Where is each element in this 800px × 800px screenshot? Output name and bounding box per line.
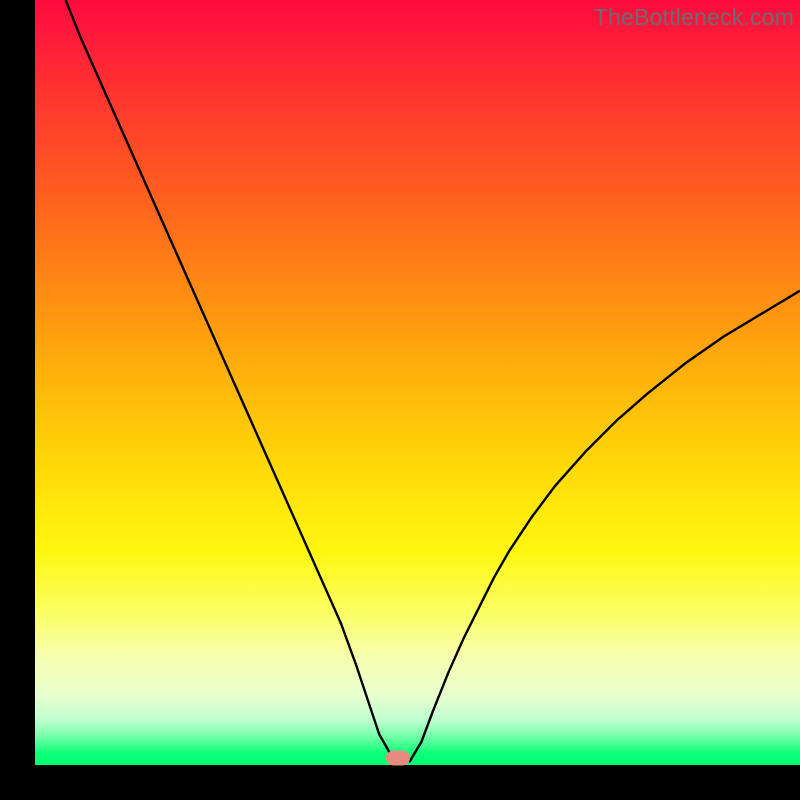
plot-area <box>35 0 800 765</box>
chart-frame: TheBottleneck.com <box>0 0 800 800</box>
optimal-marker <box>386 751 410 766</box>
watermark-text: TheBottleneck.com <box>594 4 794 31</box>
bottleneck-curve <box>35 0 800 765</box>
